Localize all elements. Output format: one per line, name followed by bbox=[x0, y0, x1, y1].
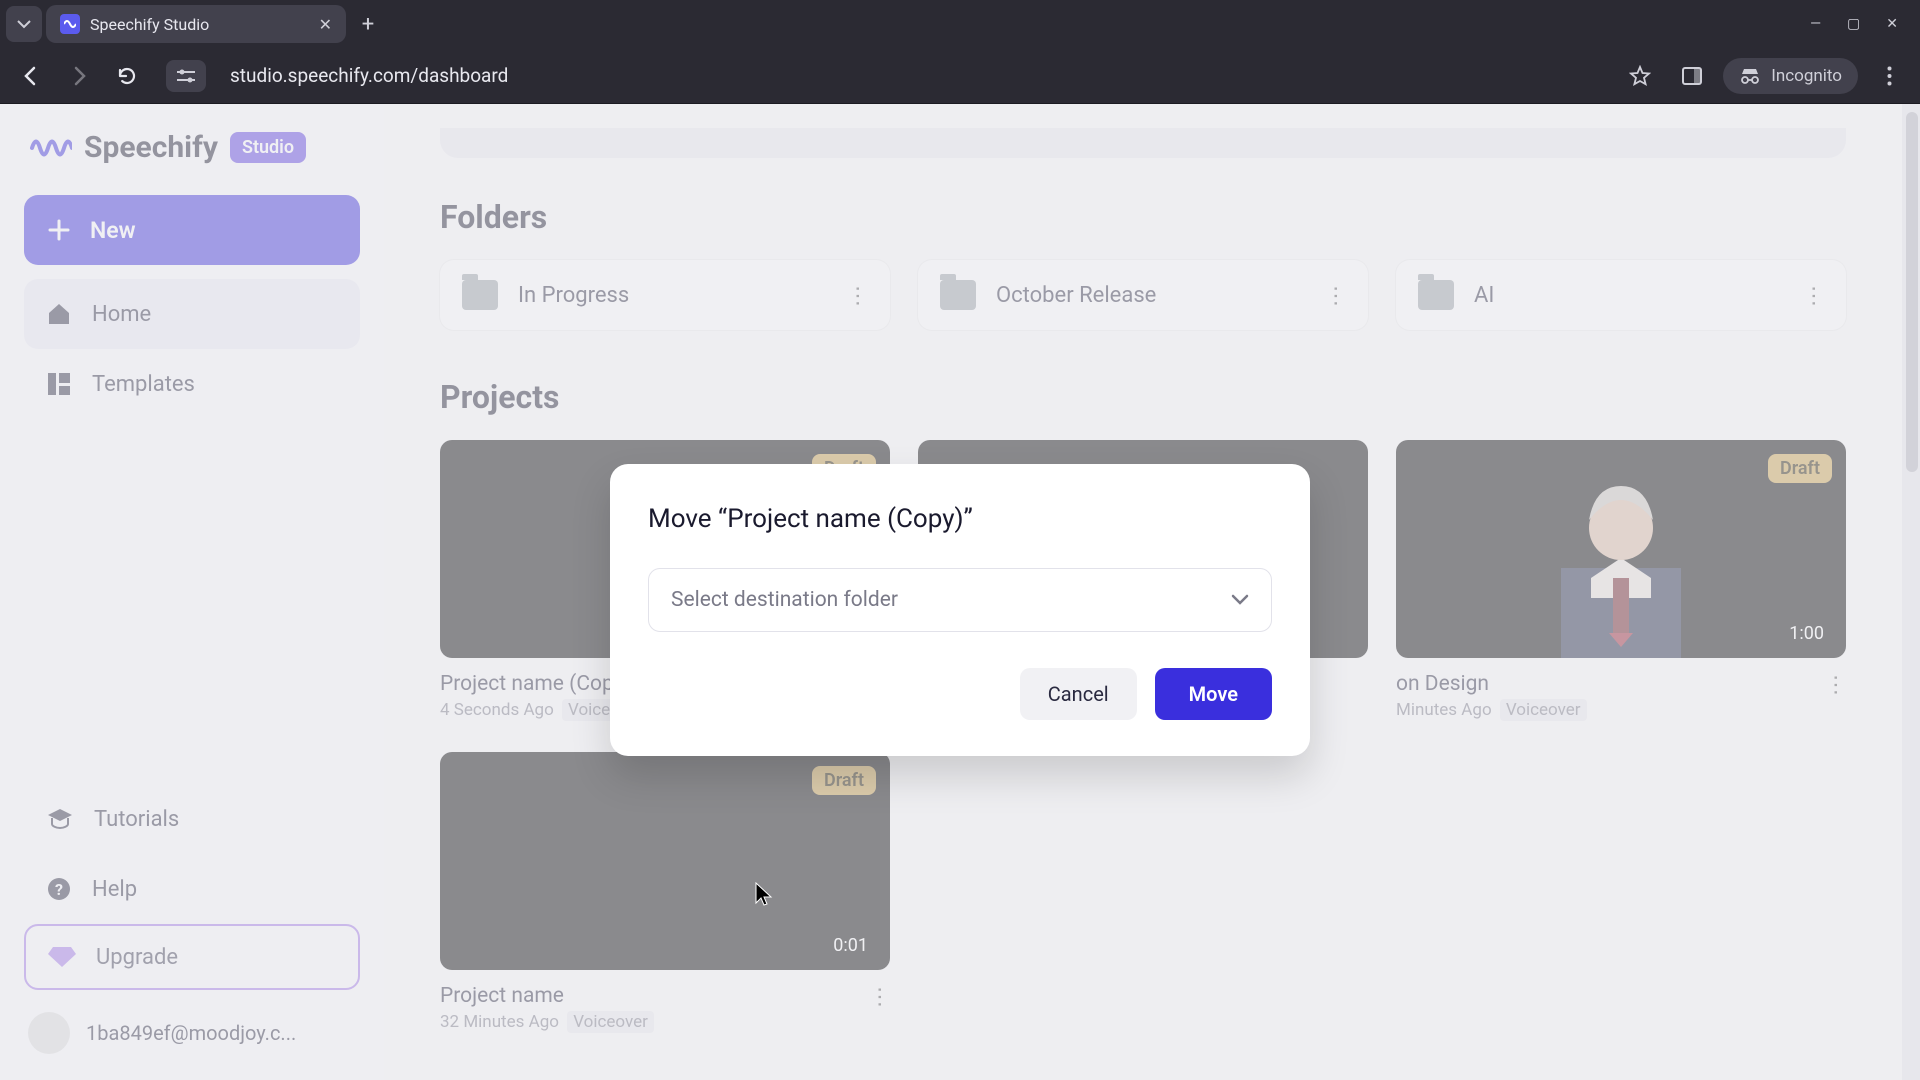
tab-list-button[interactable] bbox=[6, 6, 42, 42]
side-panel-button[interactable] bbox=[1671, 55, 1713, 97]
move-project-modal: Move “Project name (Copy)” Select destin… bbox=[610, 464, 1310, 756]
arrow-right-icon bbox=[68, 65, 90, 87]
select-placeholder: Select destination folder bbox=[671, 588, 898, 612]
new-tab-button[interactable]: + bbox=[350, 12, 386, 37]
favicon-icon bbox=[60, 14, 80, 34]
cancel-button[interactable]: Cancel bbox=[1020, 668, 1137, 720]
bookmark-button[interactable] bbox=[1619, 55, 1661, 97]
modal-backdrop[interactable]: Move “Project name (Copy)” Select destin… bbox=[0, 104, 1920, 1080]
tab-close-icon[interactable]: ✕ bbox=[319, 15, 332, 34]
move-button[interactable]: Move bbox=[1155, 668, 1272, 720]
incognito-indicator[interactable]: Incognito bbox=[1723, 58, 1858, 94]
minimize-icon[interactable]: — bbox=[1810, 16, 1821, 32]
address-bar[interactable]: studio.speechify.com/dashboard bbox=[212, 64, 1613, 87]
chevron-down-icon bbox=[17, 17, 31, 31]
browser-tab-bar: Speechify Studio ✕ + — ▢ ✕ bbox=[0, 0, 1920, 48]
arrow-left-icon bbox=[20, 65, 42, 87]
close-window-icon[interactable]: ✕ bbox=[1886, 16, 1898, 32]
browser-toolbar: studio.speechify.com/dashboard Incognito bbox=[0, 48, 1920, 104]
back-button[interactable] bbox=[10, 55, 52, 97]
page-viewport: Speechify Studio New Home Templates Tuto… bbox=[0, 104, 1920, 1080]
dots-vertical-icon bbox=[1887, 66, 1892, 86]
star-icon bbox=[1629, 65, 1651, 87]
chevron-down-icon bbox=[1231, 594, 1249, 606]
panel-icon bbox=[1682, 67, 1702, 85]
reload-icon bbox=[116, 65, 138, 87]
destination-folder-select[interactable]: Select destination folder bbox=[648, 568, 1272, 632]
incognito-icon bbox=[1739, 68, 1761, 84]
browser-menu-button[interactable] bbox=[1868, 55, 1910, 97]
maximize-icon[interactable]: ▢ bbox=[1847, 16, 1860, 32]
modal-title: Move “Project name (Copy)” bbox=[648, 504, 1272, 534]
reload-button[interactable] bbox=[106, 55, 148, 97]
mouse-cursor-icon bbox=[755, 882, 773, 906]
forward-button[interactable] bbox=[58, 55, 100, 97]
tab-title: Speechify Studio bbox=[90, 15, 309, 34]
site-settings-button[interactable] bbox=[166, 60, 206, 92]
tune-icon bbox=[177, 69, 195, 83]
browser-tab[interactable]: Speechify Studio ✕ bbox=[46, 5, 346, 43]
incognito-label: Incognito bbox=[1771, 66, 1842, 86]
